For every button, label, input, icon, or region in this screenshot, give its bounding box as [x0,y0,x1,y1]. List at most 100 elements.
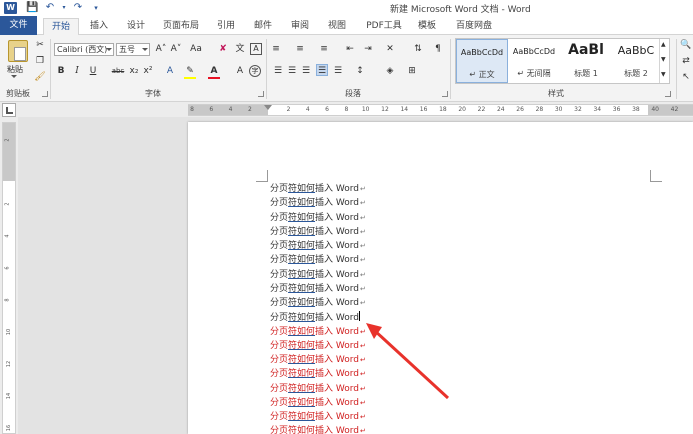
bullets-icon[interactable]: ≡ [270,43,282,55]
highlighter-icon[interactable]: ✎ [184,65,196,77]
character-shading-icon[interactable]: A [234,65,246,77]
align-right-icon[interactable]: ☰ [300,65,312,77]
document-line[interactable]: 分页符如何插入 Word↵ [270,254,366,267]
scroll-up-icon[interactable]: ▲ [661,41,666,48]
numbering-icon[interactable]: ≡ [294,43,306,55]
paste-dropdown-icon[interactable] [11,75,17,78]
font-name-combo[interactable]: Calibri (西文) [54,43,114,56]
align-left-icon[interactable]: ☰ [272,65,284,77]
redo-icon[interactable]: ↷ [72,2,84,14]
clear-formatting-icon[interactable]: ✘ [217,43,229,55]
document-page[interactable] [188,122,693,434]
document-line[interactable]: 分页符如何插入 Word↵ [270,340,366,353]
document-line[interactable]: 分页符如何插入 Word↵ [270,283,366,296]
undo-icon[interactable]: ↶ [44,2,56,14]
style-heading-2[interactable]: AaBbC 标题 2 [612,39,660,83]
cut-icon[interactable]: ✂ [34,39,46,51]
document-line[interactable]: 分页符如何插入 Word↵ [270,397,366,410]
phonetic-guide-icon[interactable]: 文 [234,43,246,55]
tab-design[interactable]: 设计 [122,18,150,34]
gallery-scroll[interactable]: ▲ ▼ ▼ [659,39,669,83]
copy-icon[interactable]: ❐ [34,55,46,67]
style-heading-1[interactable]: AaBl 标题 1 [560,39,612,83]
show-marks-icon[interactable]: ¶ [432,43,444,55]
strikethrough-button[interactable]: abc [110,65,126,77]
tab-page-layout[interactable]: 页面布局 [160,18,202,34]
document-line[interactable]: 分页符如何插入 Word↵ [270,368,366,381]
tab-references[interactable]: 引用 [213,18,239,34]
decrease-indent-icon[interactable]: ⇤ [344,43,356,55]
change-case-icon[interactable]: Aa [188,43,204,55]
document-line[interactable]: 分页符如何插入 Word↵ [270,411,366,424]
document-line[interactable]: 分页符如何插入 Word↵ [270,240,366,253]
document-line[interactable]: 分页符如何插入 Word↵ [270,425,366,434]
underline-button[interactable]: U [87,65,99,77]
tab-insert[interactable]: 插入 [85,18,113,34]
tab-review[interactable]: 审阅 [287,18,313,34]
grow-font-icon[interactable]: A˄ [154,43,168,55]
tab-pdf-tools[interactable]: PDF工具 [362,18,406,34]
tab-baidu-netdisk[interactable]: 百度网盘 [450,18,498,34]
horizontal-ruler[interactable]: 8 6 4 2 2 4 6 8 10 12 14 16 18 20 22 24 26 28 30 32 34 36 38 40… [188,104,693,116]
subscript-button[interactable]: x₂ [128,65,140,77]
select-icon[interactable]: ↖ [680,71,692,83]
document-line[interactable]: 分页符如何插入 Word↵ [270,197,366,210]
styles-launcher-icon[interactable] [665,91,671,97]
tab-mailings[interactable]: 邮件 [250,18,276,34]
paste-icon[interactable] [8,40,28,62]
borders-icon[interactable]: ⊞ [406,65,418,77]
document-line[interactable]: 分页符如何插入 Word↵ [270,297,366,310]
save-icon[interactable]: 💾 [26,2,38,14]
distributed-icon[interactable]: ☰ [332,65,344,77]
align-center-icon[interactable]: ☰ [286,65,298,77]
increase-indent-icon[interactable]: ⇥ [362,43,374,55]
style-no-spacing[interactable]: AaBbCcDd ↵ 无间隔 [508,39,560,83]
tab-view[interactable]: 视图 [324,18,350,34]
sort-icon[interactable]: ⇅ [412,43,424,55]
replace-icon[interactable]: ⇄ [680,55,692,67]
document-line[interactable]: 分页符如何插入 Word↵ [270,183,366,196]
style-normal[interactable]: AaBbCcDd ↵ 正文 [456,39,508,83]
document-line[interactable]: 分页符如何插入 Word↵ [270,383,366,396]
first-line-indent-marker[interactable] [264,105,272,110]
document-line[interactable]: 分页符如何插入 Word↵ [270,226,366,239]
document-line[interactable]: 分页符如何插入 Word↵ [270,354,366,367]
font-color-icon[interactable]: A [208,65,220,77]
document-line[interactable]: 分页符如何插入 Word↵ [270,212,366,225]
shading-icon[interactable]: ◈ [384,65,396,77]
line-text: 插入 Word [315,184,360,194]
chinese-layout-icon[interactable]: ✕ [384,43,396,55]
tab-selector-icon[interactable] [2,103,16,117]
document-line[interactable]: 分页符如何插入 Word↵ [270,326,366,339]
character-border-icon[interactable]: A [250,43,262,55]
paragraph-launcher-icon[interactable] [442,91,448,97]
clipboard-launcher-icon[interactable] [42,91,48,97]
paste-button-label[interactable]: 粘贴 [7,64,23,75]
undo-dropdown-icon[interactable]: ▾ [58,2,70,14]
document-line[interactable]: 分页符如何插入 Word [270,311,361,324]
customize-icon[interactable]: ▾ [90,2,102,14]
line-text: 插入 Word [315,383,360,394]
find-icon[interactable]: 🔍 [680,39,692,51]
enclose-characters-icon[interactable]: 字 [249,65,261,77]
shrink-font-icon[interactable]: A˅ [169,43,183,55]
scroll-down-icon[interactable]: ▼ [661,56,666,63]
font-size-combo[interactable]: 五号 [116,43,150,56]
superscript-button[interactable]: x² [142,65,154,77]
tab-home[interactable]: 开始 [43,18,79,36]
gallery-more-icon[interactable]: ▼ [661,71,666,78]
ruler-tick-label: 14 [400,106,409,113]
font-launcher-icon[interactable] [258,91,264,97]
text-effects-icon[interactable]: A [164,65,176,77]
multilevel-list-icon[interactable]: ≡ [318,43,330,55]
document-line[interactable]: 分页符如何插入 Word↵ [270,269,366,282]
italic-button[interactable]: I [71,65,83,77]
ruler-tick-label: 28 [535,106,544,113]
tab-file[interactable]: 文件 [0,16,37,35]
vertical-ruler[interactable]: 2 2 4 6 8 10 12 14 16 [2,122,16,434]
justify-icon[interactable]: ☰ [316,64,328,76]
tab-templates[interactable]: 模板 [414,18,440,34]
line-spacing-icon[interactable]: ↕ [354,65,366,77]
format-painter-icon[interactable]: 🖌 [34,71,46,83]
bold-button[interactable]: B [55,65,67,77]
